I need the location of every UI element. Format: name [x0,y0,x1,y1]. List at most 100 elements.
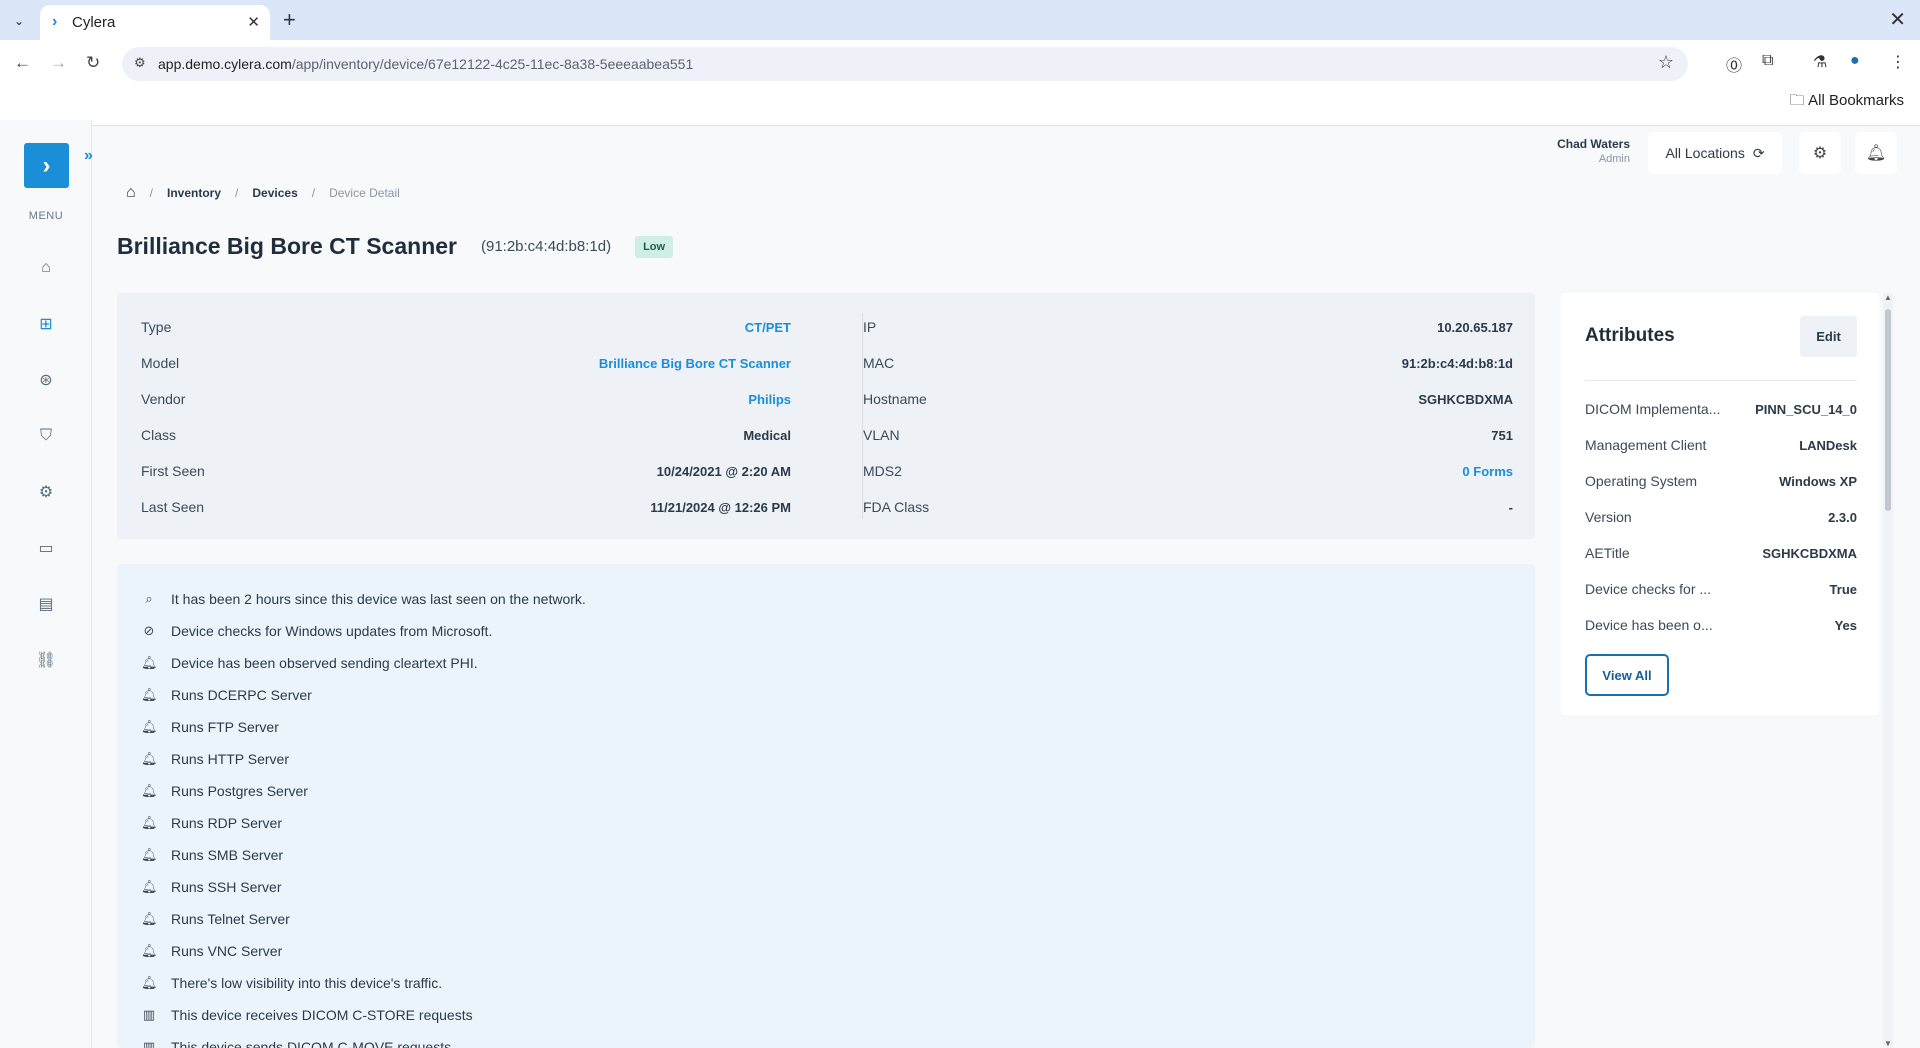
attribute-label: AETitle [1585,545,1630,561]
insight-text: There's low visibility into this device'… [171,975,443,991]
bell-icon: 🔔︎ [141,655,158,670]
page-title: Brilliance Big Bore CT Scanner [117,233,457,259]
user-info[interactable]: Chad Waters Admin [1557,137,1630,165]
bell-icon: 🔔︎ [141,751,158,766]
attribute-value: 2.3.0 [1828,509,1857,525]
detail-row: Type CT/PET [141,309,791,345]
breadcrumb-current: Device Detail [329,186,400,200]
tab-close-icon[interactable]: ✕ [247,13,260,31]
detail-label: MDS2 [863,463,902,479]
back-arrow-icon[interactable]: ← [14,53,31,73]
detail-row: FDA Class - [863,489,1513,525]
inventory-icon[interactable]: ⊞ [34,312,58,336]
security-icon[interactable]: ⛉ [34,424,58,448]
link-icon[interactable]: ⛓ [34,648,58,672]
insight-item: 🔔︎ Runs RDP Server [141,812,282,834]
detail-value: 10.20.65.187 [1437,319,1513,335]
breadcrumb-home-icon[interactable]: ⌂ [126,184,136,202]
settings-gear-button[interactable]: ⚙ [1799,132,1841,174]
bar-chart-icon: ▥ [142,1007,156,1022]
report-icon[interactable]: ▤ [34,592,58,616]
detail-value-link[interactable]: 0 Forms [1462,464,1513,479]
attribute-value: Windows XP [1779,473,1857,489]
risk-badge: Low [635,235,674,258]
extensions-icon[interactable]: ⧉ [1762,52,1773,70]
detail-label: VLAN [863,427,900,443]
bell-icon: 🔔︎ [141,975,158,990]
detail-value-link[interactable]: Brilliance Big Bore CT Scanner [599,356,791,371]
labs-flask-icon[interactable]: ⚗ [1813,52,1827,72]
notifications-button[interactable]: 🔔︎ [1855,132,1897,174]
bell-icon: 🔔︎ [141,911,158,926]
detail-row: Model Brilliance Big Bore CT Scanner [141,345,791,381]
attribute-row: Operating System Windows XP [1585,469,1857,493]
detail-label: Vendor [141,391,186,407]
detail-row: Vendor Philips [141,381,791,417]
browser-menu-icon[interactable]: ⋮ [1890,52,1906,72]
risk-icon[interactable]: ⊛ [34,368,58,392]
tab-search-chevron-icon[interactable]: ⌄ [8,10,30,32]
insight-item: ⊘ Device checks for Windows updates from … [141,620,493,642]
insight-item: 🔔︎ Runs DCERPC Server [141,684,312,706]
scroll-down-icon[interactable]: ▼ [1884,1039,1892,1048]
detail-label: Hostname [863,391,927,407]
password-manager-icon[interactable]: ⓪ [1726,52,1742,76]
expand-sidebar-icon[interactable]: » [84,147,93,165]
insight-text: Runs FTP Server [171,719,279,735]
all-locations-button[interactable]: All Locations ⟳ [1648,132,1782,174]
detail-label: Last Seen [141,499,205,515]
window-close-icon[interactable]: ✕ [1889,7,1906,32]
app-sidebar: › » MENU ⌂ ⊞ ⊛ ⛉ ⚙ ▭ ▤ ⛓ [0,120,93,1048]
attribute-value: True [1829,581,1857,597]
attribute-value: PINN_SCU_14_0 [1755,401,1857,417]
bell-icon: 🔔︎ [141,783,158,798]
insight-item: 🔔︎ There's low visibility into this devic… [141,972,442,994]
attribute-value: SGHKCBDXMA [1762,545,1857,561]
detail-value-link[interactable]: Philips [748,392,791,407]
address-bar[interactable]: ⚙ app.demo.cylera.com/app/inventory/devi… [122,47,1688,81]
new-tab-icon[interactable]: + [283,7,296,33]
detail-label: IP [863,319,877,335]
device-title-row: Brilliance Big Bore CT Scanner (91:2b:c4… [117,233,674,260]
detail-value: - [1508,499,1513,515]
attribute-value: Yes [1834,617,1857,633]
monitor-icon[interactable]: ▭ [34,536,58,560]
folder-icon: 🗀︎ [1789,92,1809,109]
view-all-button[interactable]: View All [1585,654,1669,696]
scroll-up-icon[interactable]: ▲ [1884,293,1892,302]
breadcrumb-devices[interactable]: Devices [252,186,297,200]
edit-attributes-button[interactable]: Edit [1800,316,1857,357]
insight-item: 🔔︎ Runs Telnet Server [141,908,290,930]
browser-tabbar: ⌄ › Cylera ✕ + ✕ [0,0,1920,40]
insight-item: 🔔︎ Runs FTP Server [141,716,279,738]
insight-item: 🔔︎ Runs VNC Server [141,940,282,962]
page-scrollbar[interactable]: ▲ ▼ [1883,293,1893,1048]
attribute-row: DICOM Implementa... PINN_SCU_14_0 [1585,397,1857,421]
profile-avatar-icon[interactable]: ● [1850,52,1860,70]
detail-row: MDS2 0 Forms [863,453,1513,489]
cylera-logo[interactable]: › [24,143,69,188]
browser-tab[interactable]: › Cylera ✕ [40,5,270,40]
site-settings-icon[interactable]: ⚙ [134,55,146,71]
detail-value-link[interactable]: CT/PET [745,320,791,335]
gear-icon: ⚙ [1812,145,1828,162]
all-bookmarks[interactable]: 🗀︎ All Bookmarks [1790,90,1904,115]
breadcrumb-separator: / [235,186,239,200]
bar-chart-icon: ▥ [142,1039,156,1048]
breadcrumb-inventory[interactable]: Inventory [167,186,221,200]
bell-icon: 🔔︎ [141,719,158,734]
device-details-card: Type CT/PET Model Brilliance Big Bore CT Sc… [117,293,1535,539]
insight-text: Runs DCERPC Server [171,687,312,703]
settings-chip-icon[interactable]: ⚙ [34,480,58,504]
attributes-title: Attributes [1585,325,1675,346]
bell-icon: 🔔︎ [141,847,158,862]
home-icon[interactable]: ⌂ [34,256,58,280]
insight-text: It has been 2 hours since this device wa… [171,591,586,607]
forward-arrow-icon[interactable]: → [50,53,67,73]
insight-item: ▥ This device receives DICOM C-STORE requ… [141,1004,473,1026]
scroll-thumb[interactable] [1885,309,1891,511]
reload-icon[interactable]: ↻ [86,53,100,73]
attribute-row: Management Client LANDesk [1585,433,1857,457]
bookmark-star-icon[interactable]: ☆ [1658,52,1674,73]
breadcrumb-separator: / [311,186,316,200]
